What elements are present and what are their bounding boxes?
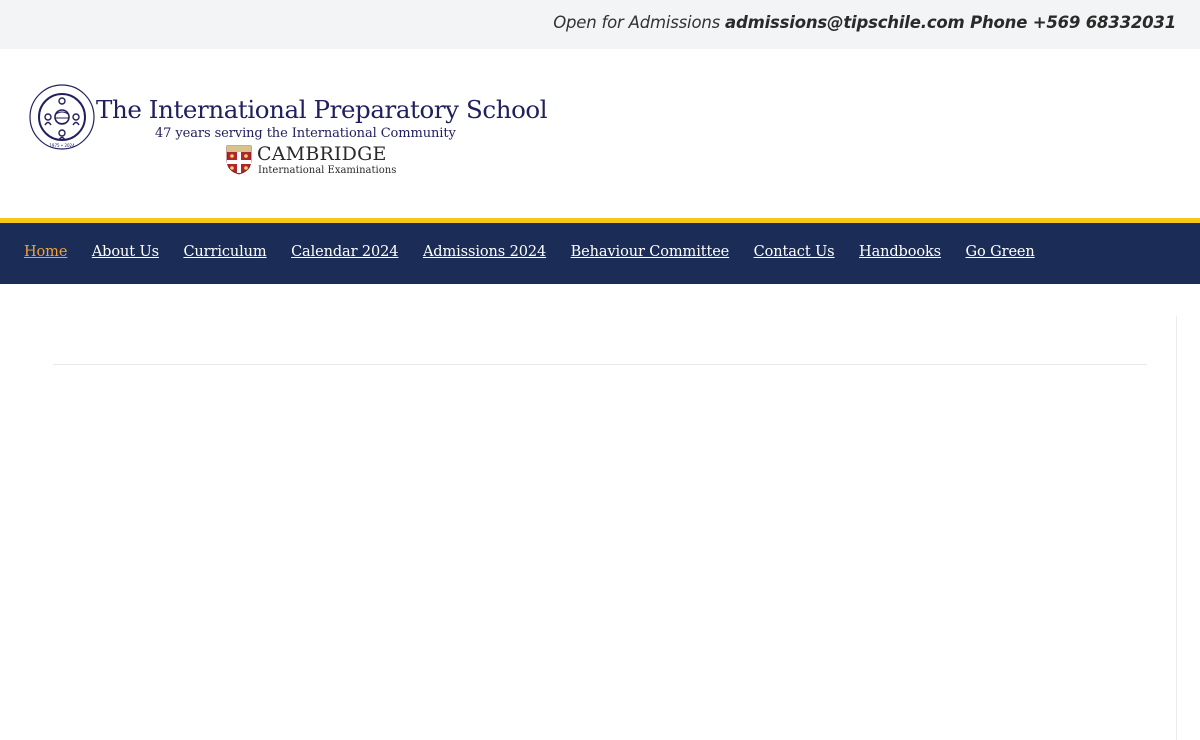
admissions-info: Open for Admissions admissions@tipschile… bbox=[553, 13, 1176, 32]
nav-item-behaviour-committee[interactable]: Behaviour Committee bbox=[571, 244, 730, 260]
nav-item-handbooks[interactable]: Handbooks bbox=[859, 244, 941, 260]
nav-item-about-us[interactable]: About Us bbox=[92, 244, 159, 260]
nav-item-contact-us[interactable]: Contact Us bbox=[754, 244, 835, 260]
nav-item-home[interactable]: Home bbox=[24, 244, 67, 260]
top-info-bar: Open for Admissions admissions@tipschile… bbox=[0, 0, 1200, 49]
nav-item-go-green[interactable]: Go Green bbox=[966, 244, 1035, 260]
admissions-phone: Phone +569 68332031 bbox=[964, 13, 1176, 32]
admissions-email-link[interactable]: admissions@tipschile.com bbox=[725, 13, 965, 32]
nav-item-calendar-2024[interactable]: Calendar 2024 bbox=[291, 244, 398, 260]
school-name: The International Preparatory School bbox=[96, 95, 548, 124]
cambridge-crest-icon bbox=[226, 145, 252, 175]
nav-item-admissions-2024[interactable]: Admissions 2024 bbox=[423, 244, 546, 260]
school-seal-icon: 1975 • 2024 bbox=[29, 84, 95, 150]
school-tagline: 47 years serving the International Commu… bbox=[155, 126, 456, 141]
content-right-border bbox=[1176, 316, 1177, 740]
school-logo[interactable]: 1975 • 2024 The International Preparator… bbox=[24, 83, 548, 179]
cambridge-wordmark: CAMBRIDGE bbox=[257, 143, 387, 165]
content-divider bbox=[53, 364, 1147, 365]
cambridge-subtitle: International Examinations bbox=[258, 165, 397, 176]
admissions-prefix: Open for Admissions bbox=[553, 13, 726, 32]
main-navigation: Home About Us Curriculum Calendar 2024 Admis… bbox=[0, 218, 1200, 284]
nav-item-curriculum[interactable]: Curriculum bbox=[183, 244, 266, 260]
nav-menu: Home About Us Curriculum Calendar 2024 Admis… bbox=[24, 244, 1059, 260]
svg-text:1975 • 2024: 1975 • 2024 bbox=[49, 143, 75, 148]
site-header: 1975 • 2024 The International Preparator… bbox=[0, 49, 1200, 218]
